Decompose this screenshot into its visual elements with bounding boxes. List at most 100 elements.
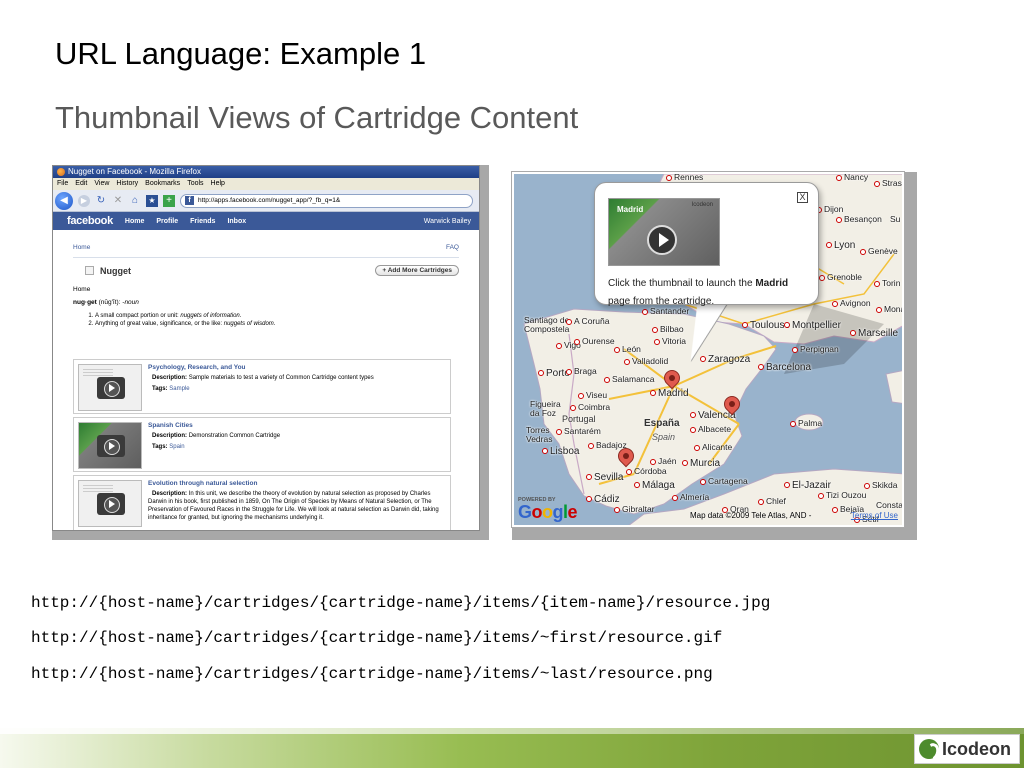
map-city[interactable]: Marseille [850, 328, 898, 339]
region-label: Spain [652, 432, 676, 442]
map-city[interactable]: Gibraltar [614, 504, 655, 514]
map-city[interactable]: Murcia [682, 458, 720, 469]
map-city[interactable]: Valladolid [624, 356, 668, 366]
map-city[interactable]: Skikda [864, 480, 898, 490]
facebook-logo[interactable]: facebook [67, 215, 113, 227]
menu-edit[interactable]: Edit [75, 178, 87, 190]
map-city[interactable]: Coimbra [570, 402, 610, 412]
add-plus-icon[interactable]: + [163, 194, 175, 207]
madrid-thumbnail[interactable]: Madrid Icodeon [608, 198, 720, 266]
fb-user-name[interactable]: Warwick Bailey [424, 218, 471, 225]
map-city[interactable]: Santarém [556, 426, 601, 436]
forward-arrow-icon[interactable]: ▶ [78, 194, 90, 207]
app-faq-link[interactable]: FAQ [446, 244, 459, 251]
map-city[interactable]: Avignon [832, 298, 871, 308]
map-city[interactable]: Viseu [578, 390, 607, 400]
map-city[interactable]: Albacete [690, 424, 731, 434]
cartridge-item[interactable]: Evolution through natural selection Desc… [73, 475, 451, 530]
map-city[interactable]: Dijon [816, 204, 843, 214]
fb-nav-inbox[interactable]: Inbox [227, 218, 246, 225]
map-city[interactable]: Alicante [694, 442, 732, 452]
definition-heading: nug·get (nŭg'ĭt): -noun [67, 299, 465, 306]
map-city[interactable]: Lyon [826, 240, 855, 251]
url-example-3: http://{host-name}/cartridges/{cartridge… [31, 665, 713, 683]
fb-nav-profile[interactable]: Profile [156, 218, 178, 225]
url-example-1: http://{host-name}/cartridges/{cartridge… [31, 594, 771, 612]
map-city[interactable]: Torin [874, 278, 900, 288]
map-city[interactable]: Jaén [650, 456, 676, 466]
stop-icon[interactable]: ✕ [112, 195, 124, 206]
back-arrow-icon[interactable]: ◀ [55, 191, 73, 210]
menu-bookmarks[interactable]: Bookmarks [145, 178, 180, 190]
map-city[interactable]: Torres Vedras [526, 426, 556, 444]
map-city[interactable]: Nancy [836, 174, 868, 182]
cartridge-thumbnail[interactable] [78, 364, 142, 411]
menu-tools[interactable]: Tools [187, 178, 203, 190]
map-city[interactable]: Ourense [574, 336, 615, 346]
country-label: España [644, 418, 680, 429]
fb-nav-home[interactable]: Home [125, 218, 144, 225]
map-city[interactable]: Lisboa [542, 446, 579, 457]
menu-view[interactable]: View [94, 178, 109, 190]
map-city[interactable]: Besançon [836, 214, 882, 224]
menu-history[interactable]: History [116, 178, 138, 190]
map-city[interactable]: León [614, 344, 641, 354]
map-city[interactable]: Grenoble [819, 272, 862, 282]
map-city[interactable]: Figueira da Foz [530, 400, 566, 418]
map-city[interactable]: Su [890, 214, 900, 224]
map-city[interactable]: Montpellier [784, 320, 841, 331]
map-city[interactable]: A Coruña [566, 316, 609, 326]
map-marker-sevilla[interactable] [614, 444, 638, 474]
map-city[interactable]: Toulouse [742, 320, 790, 331]
fb-nav-friends[interactable]: Friends [190, 218, 215, 225]
map-city[interactable]: Barcelona [758, 362, 811, 373]
map-canvas[interactable]: Rennes Nancy Strasb Dijon Besançon Su Ly… [511, 171, 905, 528]
map-city[interactable]: Monac [876, 304, 902, 314]
map-city[interactable]: Almería [672, 492, 709, 502]
definition-word: nug·get [73, 299, 97, 306]
app-home-link[interactable]: Home [73, 244, 90, 251]
map-city[interactable]: Tizi Ouzou [818, 490, 866, 500]
map-city[interactable]: Rennes [666, 174, 703, 182]
cartridge-description: Demonstration Common Cartridge [188, 433, 281, 439]
map-city[interactable]: Braga [566, 366, 597, 376]
cartridge-title[interactable]: Evolution through natural selection [148, 480, 446, 488]
browser-window-title: Nugget on Facebook - Mozilla Firefox [68, 167, 201, 176]
cartridge-tag[interactable]: Sample [169, 386, 189, 392]
slide-subtitle: Thumbnail Views of Cartridge Content [55, 100, 579, 135]
definition-pronunciation: (nŭg'ĭt): [96, 299, 123, 306]
cartridge-title[interactable]: Spanish Cities [148, 422, 280, 430]
close-icon[interactable]: X [797, 192, 808, 203]
address-bar[interactable]: f http://apps.facebook.com/nugget_app/?_… [180, 193, 473, 208]
map-city[interactable]: Palma [790, 418, 822, 428]
reload-icon[interactable]: ↻ [95, 195, 107, 206]
cartridge-tag[interactable]: Spain [169, 444, 184, 450]
map-marker-valencia[interactable] [720, 392, 744, 422]
map-city[interactable]: Consta [876, 500, 902, 510]
url-example-2: http://{host-name}/cartridges/{cartridge… [31, 629, 723, 647]
bookmark-star-icon[interactable]: ★ [146, 194, 158, 207]
map-city[interactable]: Zaragoza [700, 354, 750, 365]
google-logo[interactable]: POWERED BY Google [518, 497, 578, 521]
breadcrumb: Home [73, 286, 91, 293]
terms-of-use-link[interactable]: Terms of Use [851, 511, 898, 520]
map-city[interactable]: Chlef [758, 496, 786, 506]
cartridge-title[interactable]: Psychology, Research, and You [148, 364, 374, 372]
add-more-cartridges-button[interactable]: + Add More Cartridges [375, 265, 459, 276]
cartridge-thumbnail[interactable] [78, 422, 142, 469]
menu-help[interactable]: Help [211, 178, 225, 190]
map-city[interactable]: Cartagena [700, 476, 748, 486]
menu-file[interactable]: File [57, 178, 68, 190]
map-city[interactable]: Málaga [634, 480, 675, 491]
cartridge-item[interactable]: Psychology, Research, and You Descriptio… [73, 359, 451, 414]
map-city[interactable]: Strasb [874, 178, 902, 188]
map-city[interactable]: Genève [860, 246, 898, 256]
map-marker-madrid[interactable] [660, 366, 684, 396]
cartridge-item[interactable]: Spanish Cities Description: Demonstratio… [73, 417, 451, 472]
cartridge-thumbnail[interactable] [78, 480, 142, 527]
map-city[interactable]: Bilbao [652, 324, 684, 334]
home-icon[interactable]: ⌂ [129, 195, 141, 206]
map-city[interactable]: Perpignan [792, 344, 839, 354]
map-city[interactable]: Salamanca [604, 374, 655, 384]
map-screenshot: Rennes Nancy Strasb Dijon Besançon Su Ly… [511, 171, 917, 540]
